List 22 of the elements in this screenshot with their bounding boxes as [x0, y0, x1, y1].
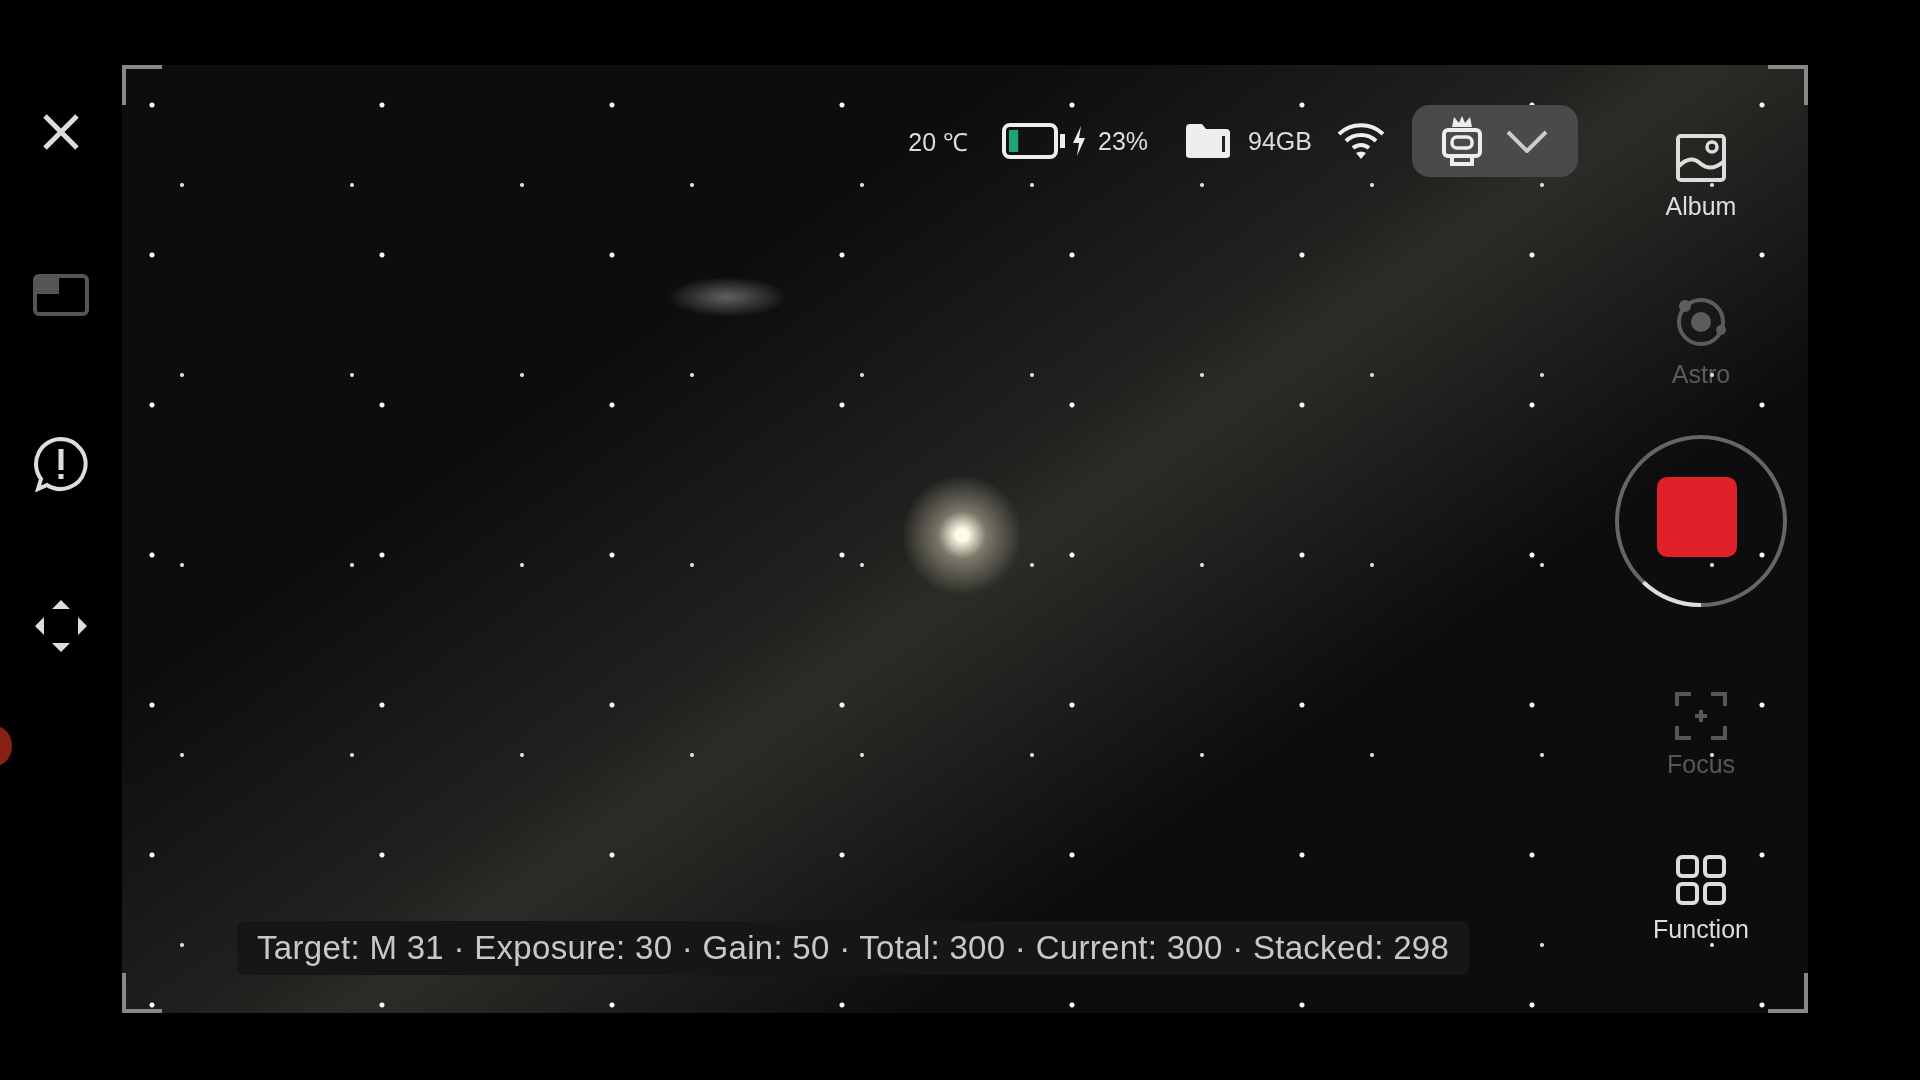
grid-icon [1676, 854, 1726, 905]
picture-icon [1676, 133, 1726, 182]
close-icon[interactable] [41, 112, 81, 152]
telescope-camera-icon [1440, 115, 1484, 167]
album-button[interactable]: Album [1665, 95, 1737, 259]
device-selector[interactable] [1412, 105, 1578, 177]
capture-info-text: Target: M 31 · Exposure: 30 · Gain: 50 · Total: 300 · Current: 300 · Stacked: 298 [237, 921, 1470, 975]
chevron-down-icon [1506, 129, 1548, 153]
battery-reading: 23% [1098, 126, 1149, 156]
wifi-icon [1336, 121, 1386, 161]
storage-reading: 94GB [1248, 126, 1312, 156]
corner-mark [1768, 65, 1808, 105]
move-icon[interactable] [33, 598, 89, 654]
temperature-reading: 20 ℃ [908, 127, 968, 158]
focus-frame-icon [1675, 691, 1727, 740]
feedback-icon[interactable] [33, 436, 89, 492]
window-icon[interactable] [33, 274, 89, 316]
corner-mark [122, 973, 162, 1013]
function-button[interactable]: Function [1653, 817, 1749, 981]
corner-mark [1768, 973, 1808, 1013]
record-button[interactable] [1613, 433, 1789, 609]
corner-mark [122, 65, 162, 105]
